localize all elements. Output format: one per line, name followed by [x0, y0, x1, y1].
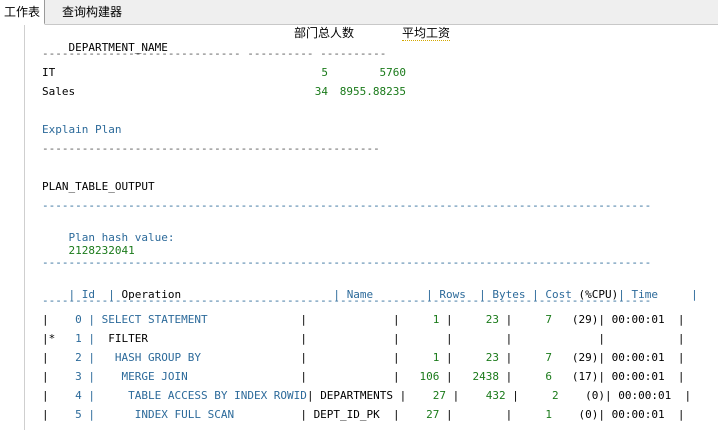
plan-table-output-header: PLAN_TABLE_OUTPUT [42, 180, 155, 193]
plan-table-header: | Id | Operation | Name | Rows | Bytes |… [68, 288, 698, 301]
plan-row: | 3 | MERGE JOIN | | 106 | 2438 | 6 (17)… [42, 370, 685, 383]
plan-row-cost: 7 [518, 351, 553, 364]
result-row-avg: 8955.88235 [339, 85, 406, 98]
plan-row-operation: SELECT STATEMENT [101, 313, 301, 326]
col-avg-salary: 平均工资 [402, 26, 451, 41]
plan-row-prefix: |* [42, 332, 56, 345]
plan-row-rows [406, 332, 439, 345]
plan-row: | 4 | TABLE ACCESS BY INDEX ROWID| DEPAR… [42, 389, 692, 402]
plan-row-operation: FILTER [101, 332, 301, 345]
plan-row-cost: 7 [518, 313, 553, 326]
plan-row-id: 5 [55, 408, 82, 421]
tab-query-builder[interactable]: 查询构建器 [58, 0, 126, 24]
plan-row-name: DEPT_ID_PK [313, 408, 394, 421]
plan-row-bytes: 2438 [459, 370, 500, 383]
plan-row-rows: 1 [406, 351, 440, 364]
plan-row-prefix: | [42, 313, 56, 326]
plan-row-name: DEPARTMENTS [320, 389, 400, 402]
plan-row-time: 00:00:01 [611, 408, 672, 421]
plan-row-rows: 27 [412, 389, 447, 402]
plan-separator: ----------------------------------------… [42, 294, 652, 307]
plan-row-operation: INDEX FULL SCAN [101, 408, 301, 421]
plan-row-cost [519, 332, 552, 345]
plan-separator: ----------------------------------------… [42, 256, 652, 269]
tab-worksheet[interactable]: 工作表 [0, 0, 46, 25]
result-row-name: IT [42, 66, 56, 79]
plan-row-bytes [459, 332, 499, 345]
plan-row-cpu [559, 332, 599, 345]
plan-row-id: 2 [55, 351, 82, 364]
result-row-count: 34 [314, 85, 328, 98]
plan-row-bytes: 23 [459, 351, 500, 364]
plan-row-id: 4 [55, 389, 82, 402]
result-row-avg: 5760 [379, 66, 407, 79]
result-header: DEPARTMENT_NAME [42, 28, 168, 54]
plan-row: | 0 | SELECT STATEMENT | | 1 | 23 | 7 (2… [42, 313, 685, 326]
plan-row-time: 00:00:01 [611, 351, 672, 364]
result-row-count: 5 [321, 66, 328, 79]
plan-row-operation: MERGE JOIN [101, 370, 301, 383]
plan-row-bytes: 23 [459, 313, 500, 326]
plan-row-cost: 2 [525, 389, 559, 402]
plan-row: |* 1 | FILTER | | | | | | [42, 332, 685, 345]
plan-row-time: 00:00:01 [611, 313, 672, 326]
plan-row-id: 1 [55, 332, 82, 345]
explain-plan-separator: ----------------------------------------… [42, 142, 380, 155]
plan-row-name [314, 370, 393, 383]
explain-plan-title: Explain Plan [42, 123, 122, 136]
result-row-name: Sales [42, 85, 76, 98]
plan-row-cpu: (0) [565, 389, 606, 402]
plan-row-cpu: (17) [558, 370, 599, 383]
plan-row-prefix: | [42, 408, 56, 421]
plan-row-cpu: (0) [558, 408, 599, 421]
plan-row-cost: 1 [518, 408, 553, 421]
plan-row-rows: 27 [406, 408, 440, 421]
plan-row-prefix: | [42, 370, 56, 383]
plan-row-rows: 1 [406, 313, 440, 326]
tab-bar: 工作表 查询构建器 [0, 0, 718, 25]
plan-separator: ----------------------------------------… [42, 199, 652, 212]
plan-row-cost: 6 [518, 370, 553, 383]
plan-row-rows: 106 [406, 370, 440, 383]
plan-row-time: 00:00:01 [618, 389, 678, 402]
plan-row-prefix: | [42, 351, 56, 364]
plan-row-bytes: 432 [465, 389, 506, 402]
plan-row-operation: TABLE ACCESS BY INDEX ROWID [101, 389, 307, 402]
plan-row-name [314, 313, 393, 326]
col-headcount: 部门总人数 [294, 26, 355, 40]
plan-hash-line: Plan hash value: 2128232041 [42, 218, 175, 257]
plan-row-prefix: | [42, 389, 56, 402]
plan-row-cpu: (29) [558, 351, 599, 364]
plan-row-operation: HASH GROUP BY [101, 351, 301, 364]
plan-hash-label: Plan hash value: [68, 231, 175, 244]
plan-row: | 5 | INDEX FULL SCAN | DEPT_ID_PK | 27 … [42, 408, 685, 421]
plan-row-time: 00:00:01 [611, 370, 672, 383]
plan-row-name [314, 351, 393, 364]
plan-row: | 2 | HASH GROUP BY | | 1 | 23 | 7 (29)|… [42, 351, 685, 364]
result-separator: ------------------------------ ---------… [42, 47, 387, 60]
plan-row-bytes [459, 408, 499, 421]
editor-gutter [24, 25, 25, 430]
plan-row-cpu: (29) [558, 313, 599, 326]
script-output-panel: DEPARTMENT_NAME 部门总人数 平均工资 -------------… [42, 24, 718, 430]
plan-row-name [314, 332, 393, 345]
plan-row-id: 3 [55, 370, 82, 383]
plan-row-id: 0 [55, 313, 82, 326]
plan-row-time [612, 332, 672, 345]
